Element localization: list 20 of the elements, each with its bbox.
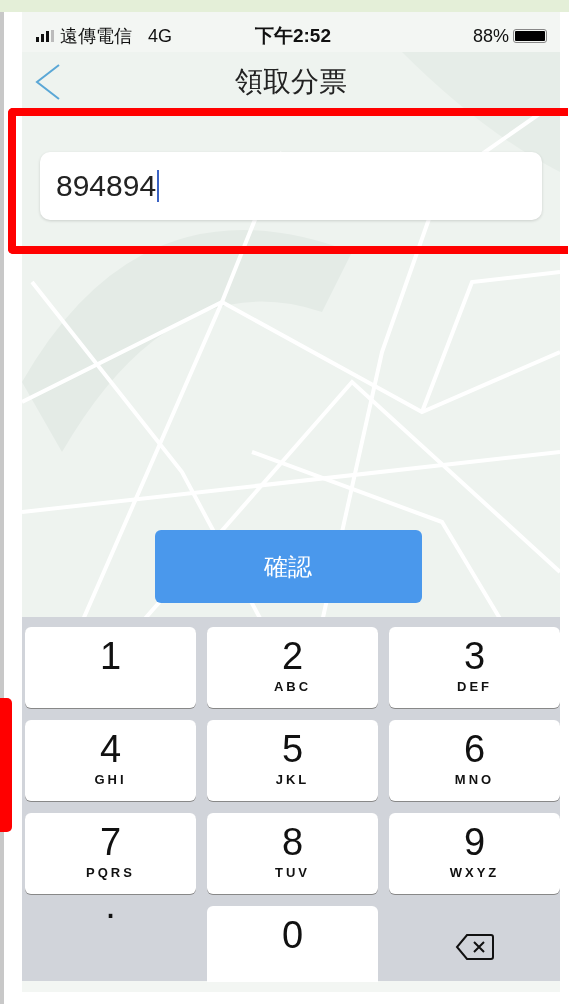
number-key[interactable]: 8 TUV [207, 813, 378, 894]
number-key[interactable]: 1 [25, 627, 196, 708]
number-key[interactable]: 6 MNO [389, 720, 560, 801]
signal-icon [36, 30, 54, 42]
page-title: 領取分票 [235, 66, 347, 97]
number-key[interactable]: 7 PQRS [25, 813, 196, 894]
backspace-icon[interactable] [454, 932, 495, 961]
number-key[interactable]: 0 [207, 906, 378, 982]
number-key[interactable]: 4 GHI [25, 720, 196, 801]
code-input-field[interactable]: 894894 [40, 152, 542, 220]
clock-time: 下午2:52 [254, 25, 331, 46]
number-key[interactable]: 3 DEF [389, 627, 560, 708]
dot-key[interactable]: . [25, 906, 196, 987]
battery-icon [513, 29, 547, 43]
battery-percent: 88% [472, 25, 509, 47]
number-key[interactable]: 9 WXYZ [389, 813, 560, 894]
number-key[interactable]: 2 ABC [207, 627, 378, 708]
carrier-name: 遠傳電信 [60, 25, 132, 48]
network-type: 4G [148, 25, 172, 47]
number-key[interactable]: 5 JKL [207, 720, 378, 801]
